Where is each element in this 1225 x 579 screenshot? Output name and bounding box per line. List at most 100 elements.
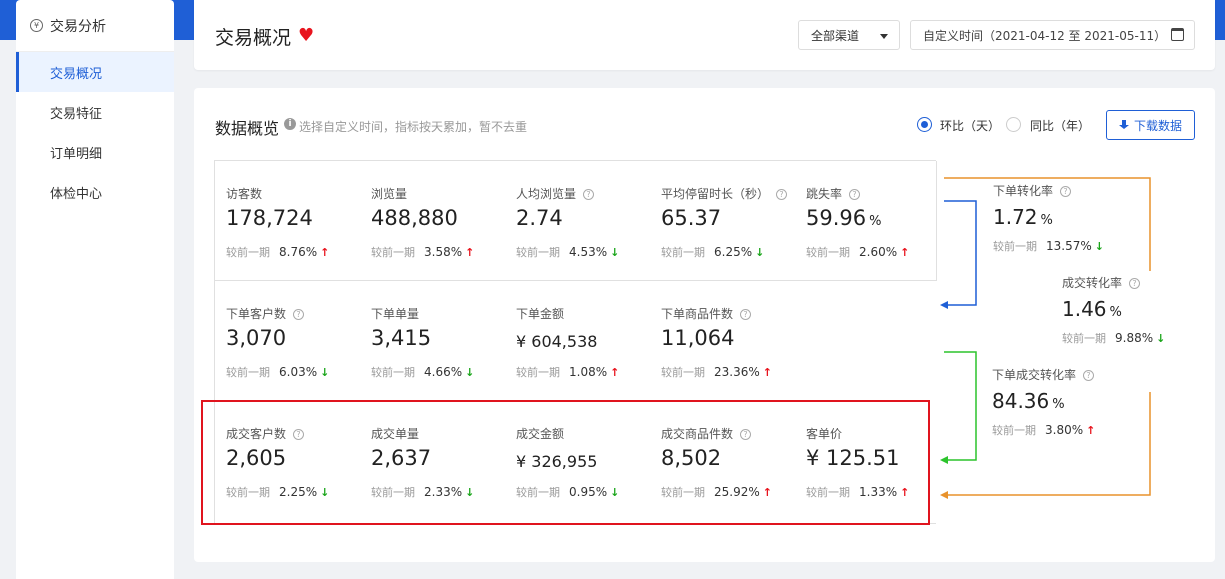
metric-value-number: 3,070 [226, 326, 287, 350]
compare-pct: 9.88% [1115, 331, 1154, 345]
calendar-icon [1171, 28, 1184, 41]
metric-unit: % [869, 214, 882, 229]
radio-yoy[interactable] [1006, 117, 1021, 132]
heart-icon[interactable]: ♥ [298, 26, 314, 46]
question-icon: ? [1129, 278, 1141, 289]
metric-label: 浏览量 [371, 185, 407, 202]
sidebar-item-orders[interactable]: 订单明细 [16, 132, 174, 172]
metric-compare: 较前一期 8.76% ↑ [226, 244, 329, 260]
metric-label-text: 下单转化率 [993, 184, 1054, 198]
metric-label: 下单商品件数? [661, 305, 752, 322]
metric-compare: 较前一期 4.66% ↓ [371, 364, 474, 380]
metric-value-number: 2.74 [516, 206, 563, 230]
metric-deal-conversion: 成交转化率? 1.46% 较前一期 9.88% ↓ [1062, 274, 1165, 346]
page-title: 交易概况 [215, 27, 292, 49]
arrow-down-icon: ↓ [465, 366, 475, 379]
sidebar-item-label: 交易概况 [50, 66, 103, 82]
compare-label: 较前一期 [516, 246, 560, 259]
metric-value: 1.72% [993, 205, 1104, 229]
metric-value: 65.37 [661, 206, 721, 230]
highlight-frame [201, 400, 930, 525]
arrow-up-icon: ↑ [762, 366, 772, 379]
metric-value: 11,064 [661, 326, 734, 350]
sidebar-item-overview[interactable]: 交易概况 [16, 52, 174, 92]
compare-pct: 4.66% [424, 365, 463, 379]
metric-value: 3,070 [226, 326, 286, 350]
metric-compare: 较前一期 23.36% ↑ [661, 364, 772, 380]
metric-value: 3,415 [371, 326, 431, 350]
channel-select[interactable]: 全部渠道 [798, 20, 900, 50]
radio-mom[interactable] [917, 117, 932, 132]
metric-label: 下单转化率? [993, 182, 1104, 199]
metric-value: 1.46% [1062, 297, 1165, 321]
radio-mom-label[interactable]: 环比（天） [940, 117, 1000, 134]
compare-pct: 13.57% [1046, 239, 1092, 253]
metrics-row-orders: 下单客户数? 3,070 较前一期 6.03% ↓ 下单单量 3,415 较前一期 4.66% ↓… [215, 281, 937, 401]
sidebar-item-label: 交易特征 [50, 106, 103, 122]
sidebar-item-label: 订单明细 [50, 146, 103, 162]
metric-label: 下单客户数? [226, 305, 305, 322]
date-range-picker[interactable]: 自定义时间（2021-04-12 至 2021-05-11） [910, 20, 1195, 50]
metric-label: 下单成交转化率? [992, 366, 1095, 383]
metric-value-number: ¥ 604,538 [516, 332, 598, 351]
metric-cell: 浏览量 488,880 较前一期 3.58% ↑ [371, 161, 516, 281]
metric-value: 84.36% [992, 389, 1095, 413]
arrow-up-icon: ↑ [900, 246, 910, 259]
compare-pct: 2.60% [859, 245, 898, 259]
metrics-row-traffic: 访客数 178,724 较前一期 8.76% ↑ 浏览量 488,880 较前一期 3.58% ↑… [215, 161, 937, 281]
compare-pct: 23.36% [714, 365, 760, 379]
arrow-down-icon: ↓ [610, 246, 620, 259]
sidebar-header: ¥ 交易分析 [16, 0, 174, 52]
metric-order-conversion: 下单转化率? 1.72% 较前一期 13.57% ↓ [993, 182, 1104, 254]
metric-label: 访客数 [226, 185, 262, 202]
metric-value: 178,724 [226, 206, 313, 230]
metric-value-number: 1.72 [993, 205, 1038, 229]
sidebar-item-health[interactable]: 体检中心 [16, 172, 174, 212]
compare-label: 较前一期 [992, 424, 1036, 437]
metric-label-text: 下单成交转化率 [992, 368, 1077, 382]
metric-label: 成交转化率? [1062, 274, 1165, 291]
caret-down-icon [880, 34, 888, 39]
sidebar-item-features[interactable]: 交易特征 [16, 92, 174, 132]
arrow-down-icon: ↓ [320, 366, 330, 379]
compare-label: 较前一期 [371, 366, 415, 379]
download-icon [1118, 119, 1129, 131]
arrowhead-green [940, 456, 948, 464]
arrow-down-icon: ↓ [1156, 332, 1166, 345]
metric-compare: 较前一期 2.60% ↑ [806, 244, 909, 260]
arrow-down-icon: ↓ [1094, 240, 1104, 253]
metric-compare: 较前一期 9.88% ↓ [1062, 330, 1165, 346]
download-label: 下载数据 [1133, 118, 1182, 133]
metric-cell: 下单客户数? 3,070 较前一期 6.03% ↓ [226, 281, 371, 401]
metric-cell: 下单单量 3,415 较前一期 4.66% ↓ [371, 281, 516, 401]
coin-icon: ¥ [30, 19, 43, 32]
compare-label: 较前一期 [516, 366, 560, 379]
metric-unit: % [1109, 305, 1122, 320]
metric-value-number: 1.46 [1062, 297, 1107, 321]
flow-line-green [944, 351, 977, 461]
metric-label-text: 下单单量 [371, 307, 420, 321]
metric-value-number: 11,064 [661, 326, 735, 350]
metric-label-text: 下单商品件数 [661, 307, 734, 321]
metric-compare: 较前一期 3.58% ↑ [371, 244, 474, 260]
metric-label: 下单单量 [371, 305, 419, 322]
question-icon: ? [1083, 370, 1095, 381]
compare-pct: 6.03% [279, 365, 318, 379]
compare-label: 较前一期 [661, 366, 705, 379]
metric-value-number: 488,880 [371, 206, 458, 230]
compare-label: 较前一期 [1062, 332, 1106, 345]
metric-value-number: 65.37 [661, 206, 722, 230]
question-icon: ? [293, 309, 305, 320]
arrow-up-icon: ↑ [1086, 424, 1096, 437]
metric-label-text: 浏览量 [371, 187, 408, 201]
section-title: 数据概览 [215, 119, 280, 138]
question-icon: ? [776, 189, 788, 200]
compare-pct: 4.53% [569, 245, 608, 259]
metric-compare: 较前一期 6.03% ↓ [226, 364, 329, 380]
compare-label: 较前一期 [226, 366, 270, 379]
download-button[interactable]: 下载数据 [1106, 110, 1195, 140]
overview-card: 数据概览 i 选择自定义时间，指标按天累加，暂不去重 环比（天） 同比（年） 下… [194, 88, 1215, 562]
question-icon: ? [849, 189, 861, 200]
metric-compare: 较前一期 6.25% ↓ [661, 244, 764, 260]
radio-yoy-label[interactable]: 同比（年） [1030, 117, 1090, 134]
